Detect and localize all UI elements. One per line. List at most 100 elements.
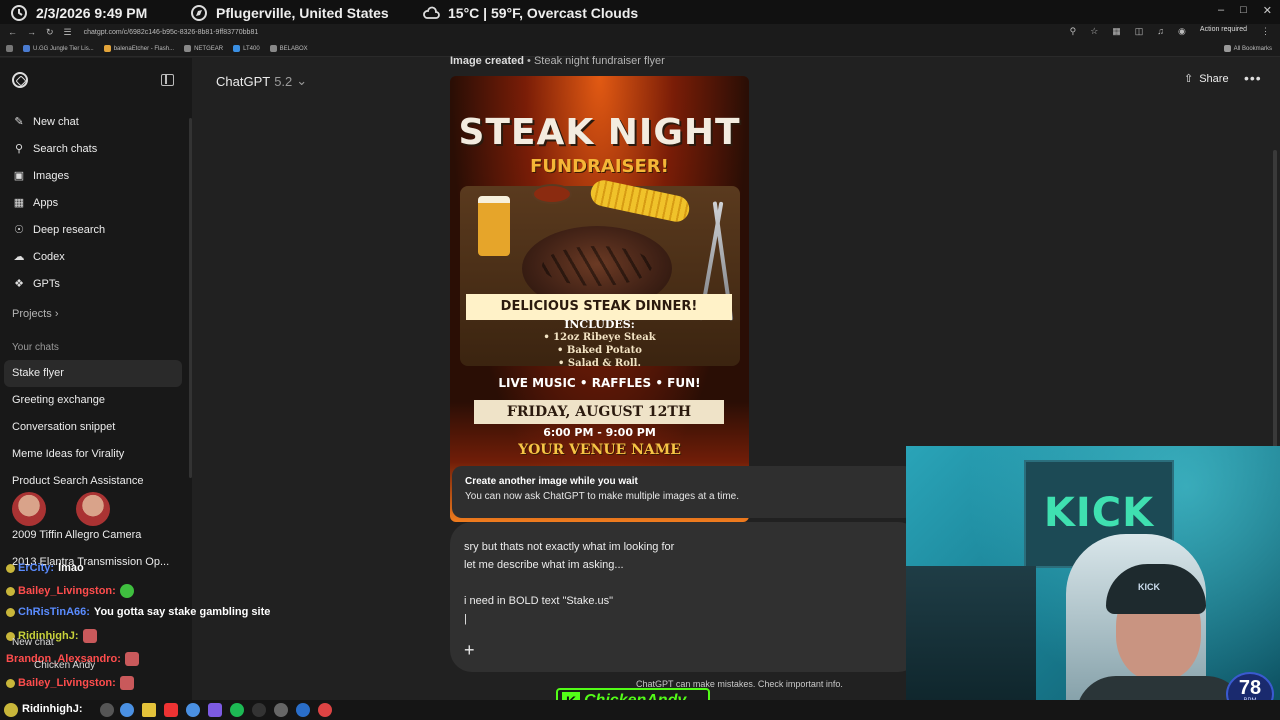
reload-icon[interactable]: ↻ (46, 27, 54, 38)
taskbar: RidinhighJ: (0, 700, 1280, 720)
plus-icon[interactable]: + (464, 640, 475, 661)
sauce-bowl-illustration (532, 184, 572, 204)
multi-image-toast[interactable]: Create another image while you wait You … (452, 466, 914, 518)
avatar (76, 492, 110, 526)
emote-icon (124, 652, 139, 666)
sidebar-item-codex[interactable]: ☁ Codex (0, 243, 192, 270)
browser-icon[interactable] (186, 703, 200, 717)
all-bookmarks-button[interactable]: All Bookmarks (1223, 45, 1272, 52)
bookmark-netgear[interactable]: NETGEAR (184, 45, 223, 52)
location-text: Pflugerville, United States (216, 5, 389, 21)
flyer-banner: DELICIOUS STEAK DINNER! (466, 294, 732, 320)
sidebar-item-gpts[interactable]: ❖ GPTs (0, 270, 192, 297)
browser-nav: ← → ↻ ☰ (0, 27, 72, 38)
overlay-weather: 15°C | 59°F, Overcast Clouds (422, 4, 638, 22)
sidebar-projects[interactable]: Projects › (12, 308, 58, 320)
stream-avatars (12, 492, 110, 526)
discord-icon[interactable] (208, 703, 222, 717)
emote-icon (119, 676, 134, 690)
sidebar-toggle-icon[interactable] (161, 74, 174, 86)
cloud-icon (423, 6, 440, 19)
sidebar-item-deep-research[interactable]: ☉ Deep research (0, 216, 192, 243)
action-required-button[interactable]: Action required (1200, 26, 1247, 37)
minimize-icon[interactable]: – (1218, 4, 1224, 17)
taskbar-chat-user: RidinhighJ: (22, 703, 83, 715)
flyer-extras: LIVE MUSIC • RAFFLES • FUN! (498, 376, 701, 390)
maximize-icon[interactable]: □ (1240, 4, 1247, 17)
forward-icon[interactable]: → (27, 27, 36, 38)
bookmark-belabox[interactable]: BELABOX (269, 45, 308, 52)
chat-item[interactable]: Meme Ideas for Virality (4, 441, 182, 468)
bookmark-balena[interactable]: balenaEtcher - Flash... (103, 45, 174, 52)
chevron-down-icon: ⌄ (296, 73, 308, 88)
flyer-subtitle: FUNDRAISER! (530, 156, 669, 177)
sidebar-item-images[interactable]: ▣ Images (0, 162, 192, 189)
kebab-menu-icon[interactable]: ⋮ (1261, 26, 1270, 37)
settings-icon[interactable] (274, 703, 288, 717)
zoom-icon[interactable]: ⚲ (1070, 26, 1077, 37)
apps-grid-icon[interactable] (6, 45, 13, 52)
datetime-text: 2/3/2026 9:49 PM (36, 5, 148, 21)
obs-icon[interactable] (318, 703, 332, 717)
spotify-icon[interactable] (230, 703, 244, 717)
sidebar-item-new-chat[interactable]: ✎ New chat (0, 108, 192, 135)
gpts-icon: ❖ (14, 278, 24, 290)
chat-item[interactable]: Conversation snippet (4, 414, 182, 441)
chat-item[interactable]: Product Search Assistance (4, 468, 182, 495)
search-icon: ⚲ (14, 143, 24, 155)
chrome-icon[interactable] (120, 703, 134, 717)
overlay-datetime: 2/3/2026 9:49 PM (10, 4, 147, 22)
new-chat-ghost: New chat (12, 637, 54, 648)
your-chats-heading: Your chats (12, 342, 59, 353)
model-picker[interactable]: ChatGPT 5.2 ⌄ (216, 73, 307, 89)
bookmark-lt400[interactable]: LT400 (233, 45, 260, 52)
site-info-icon[interactable]: ☰ (64, 27, 72, 38)
main-scrollbar[interactable] (1273, 150, 1277, 450)
close-icon[interactable]: ✕ (1263, 4, 1272, 17)
sidebar-menu: ✎ New chat ⚲ Search chats ▣ Images ▦ Apps ☉ D… (0, 108, 192, 297)
stream-overlay-bar: 2/3/2026 9:49 PM Pflugerville, United St… (0, 0, 1280, 26)
window-controls: – □ ✕ (1218, 4, 1272, 17)
sidepanel-icon[interactable]: ◫ (1135, 26, 1144, 37)
share-button[interactable]: ⇧ Share (1184, 72, 1229, 86)
media-icon[interactable]: ♫ (1157, 26, 1164, 37)
edit-icon: ✎ (14, 116, 24, 128)
chat-item[interactable]: Stake flyer (4, 360, 182, 387)
apps-icon: ▦ (13, 197, 25, 209)
beer-mug-illustration (478, 196, 510, 256)
stream-chat-line: Bailey_Livingston: (6, 676, 134, 690)
research-icon: ☉ (14, 224, 24, 236)
image-caption: Image created • Steak night fundraiser f… (450, 55, 665, 67)
back-icon[interactable]: ← (8, 27, 17, 38)
composer-input[interactable]: sry but thats not exactly what im lookin… (464, 538, 674, 628)
sidebar-item-apps[interactable]: ▦ Apps (0, 189, 192, 216)
more-options-button[interactable]: ••• (1244, 70, 1262, 86)
stream-chat-line: ErCity: lmao (6, 562, 84, 574)
stream-chat-line: ChRisTinA66: You gotta say stake gambling… (6, 606, 270, 618)
browser-address-bar: ← → ↻ ☰ chatgpt.com/c/6982c146-b95c-8326… (0, 24, 1280, 41)
youtube-icon[interactable] (164, 703, 178, 717)
generated-flyer-image[interactable]: STEAK NIGHT FUNDRAISER! DELICIOUS STEAK … (450, 76, 749, 522)
extensions-icon[interactable]: ▦ (1112, 26, 1121, 37)
share-icon: ⇧ (1184, 73, 1194, 85)
compass-icon (191, 5, 207, 21)
sidebar-scrollbar[interactable] (189, 118, 192, 478)
profile-icon[interactable]: ◉ (1178, 26, 1186, 37)
folder-icon[interactable] (142, 703, 156, 717)
url-field[interactable]: chatgpt.com/c/6982c146-b95c-8326-8b81-9f… (84, 29, 259, 36)
steam-icon[interactable] (296, 703, 310, 717)
chat-item[interactable]: Greeting exchange (4, 387, 182, 414)
emote-icon (119, 584, 134, 598)
openai-logo-icon[interactable] (12, 72, 28, 88)
star-icon[interactable]: ☆ (1090, 26, 1098, 37)
codex-icon: ☁ (13, 251, 25, 263)
desk-area (906, 566, 1036, 720)
sidebar-item-search-chats[interactable]: ⚲ Search chats (0, 135, 192, 162)
avatar-icon[interactable] (100, 703, 114, 717)
chicken-andy-ghost: Chicken Andy (34, 660, 96, 671)
chevron-right-icon: › (54, 308, 59, 320)
app-icon[interactable] (252, 703, 266, 717)
message-composer[interactable]: sry but thats not exactly what im lookin… (450, 522, 920, 672)
bookmark-ugg[interactable]: U.GG Jungle Tier Lis... (23, 45, 94, 52)
flyer-time: 6:00 PM - 9:00 PM (543, 426, 656, 439)
